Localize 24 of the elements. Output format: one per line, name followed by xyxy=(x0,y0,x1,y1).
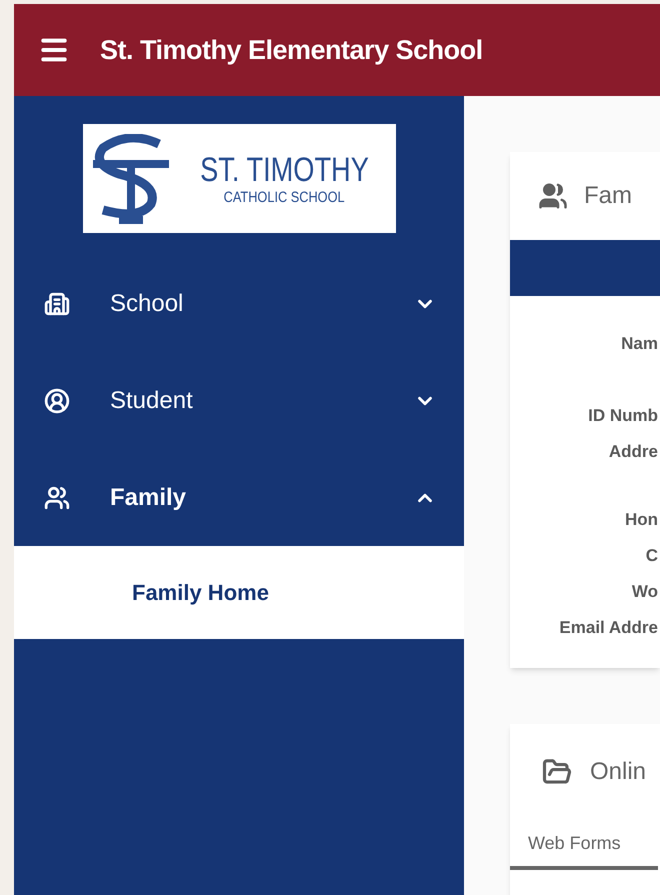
sidebar-label: School xyxy=(110,288,184,318)
sidebar-label: Student xyxy=(110,386,194,416)
field-label: Addre xyxy=(608,441,658,463)
tab[interactable]: Web Forms xyxy=(510,820,658,870)
sidebar-item[interactable]: Family xyxy=(14,449,464,546)
app-title: St. Timothy Elementary School xyxy=(100,34,483,67)
building-icon xyxy=(44,290,70,316)
field-label: ID Numb xyxy=(588,405,658,427)
person-icon xyxy=(44,388,70,414)
sidebar-item[interactable]: School xyxy=(14,255,464,352)
field-label: Hon xyxy=(624,509,658,531)
people-icon xyxy=(538,181,568,211)
people-icon xyxy=(44,484,70,510)
logo-title: ST. TIMOTHY xyxy=(200,150,368,188)
logo-subtitle: CATHOLIC SCHOOL xyxy=(224,188,344,206)
card-title: Onlin xyxy=(590,757,646,787)
field-label: Nam xyxy=(621,333,658,355)
sidebar-label: Family xyxy=(110,482,188,512)
field-label: C xyxy=(646,545,658,567)
sidebar-item[interactable]: Student xyxy=(14,352,464,449)
card-title: Fam xyxy=(584,181,632,211)
field-label: Wo xyxy=(632,581,658,603)
field-label: Email Addre xyxy=(559,617,658,639)
submenu-item[interactable]: Family Home xyxy=(14,546,464,639)
